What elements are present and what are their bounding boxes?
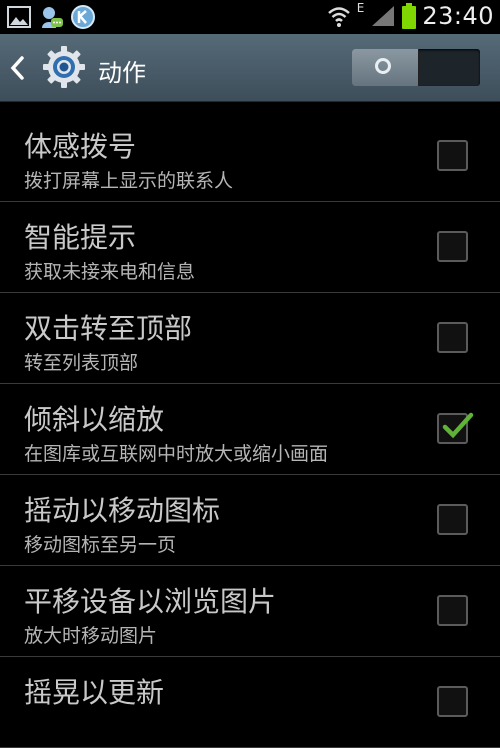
setting-title: 体感拨号 [24,130,137,163]
list-item[interactable]: 双击转至顶部转至列表顶部 [0,293,500,384]
setting-checkbox[interactable] [437,140,468,171]
signal-icon [372,6,395,26]
list-item[interactable]: 倾斜以缩放在图库或互联网中时放大或缩小画面 [0,384,500,475]
battery-icon [402,3,417,29]
wifi-icon [327,7,350,27]
setting-checkbox[interactable] [437,686,468,717]
setting-checkbox[interactable] [437,322,468,353]
back-arrow-icon[interactable] [8,54,26,82]
toggle-on-segment [352,49,419,86]
setting-checkbox[interactable] [437,231,468,262]
setting-subtitle: 获取未接来电和信息 [24,261,196,283]
image-icon [7,6,31,28]
checkmark-icon [442,412,474,439]
setting-checkbox[interactable] [437,504,468,535]
setting-subtitle: 转至列表顶部 [24,352,139,374]
k-app-icon [71,5,95,29]
network-type-label: E [356,1,365,15]
gear-icon [43,46,85,88]
status-bar: E 23:40 [0,0,500,34]
setting-title: 平移设备以浏览图片 [24,585,277,618]
list-item[interactable]: 平移设备以浏览图片放大时移动图片 [0,566,500,657]
page-title: 动作 [98,59,146,87]
setting-checkbox[interactable] [437,595,468,626]
list-item[interactable]: 体感拨号拨打屏幕上显示的联系人 [0,111,500,202]
list-item[interactable]: 智能提示获取未接来电和信息 [0,202,500,293]
action-bar: 动作 [0,34,500,102]
chat-icon [42,7,63,28]
settings-list: 体感拨号拨打屏幕上显示的联系人智能提示获取未接来电和信息双击转至顶部转至列表顶部… [0,111,500,748]
setting-title: 倾斜以缩放 [24,403,165,436]
clock: 23:40 [422,2,494,30]
list-item[interactable]: 摇动以移动图标移动图标至另一页 [0,475,500,566]
setting-title: 智能提示 [24,221,137,254]
list-item[interactable]: 摇晃以更新 [0,657,500,748]
setting-checkbox[interactable] [437,412,474,444]
setting-subtitle: 放大时移动图片 [24,625,158,647]
setting-title: 双击转至顶部 [24,312,193,345]
setting-title: 摇晃以更新 [24,676,165,709]
toggle-circle-icon [375,58,391,74]
setting-subtitle: 移动图标至另一页 [24,534,177,556]
master-toggle[interactable] [352,49,480,86]
setting-subtitle: 拨打屏幕上显示的联系人 [24,170,234,192]
setting-title: 摇动以移动图标 [24,494,221,527]
setting-subtitle: 在图库或互联网中时放大或缩小画面 [24,443,329,465]
